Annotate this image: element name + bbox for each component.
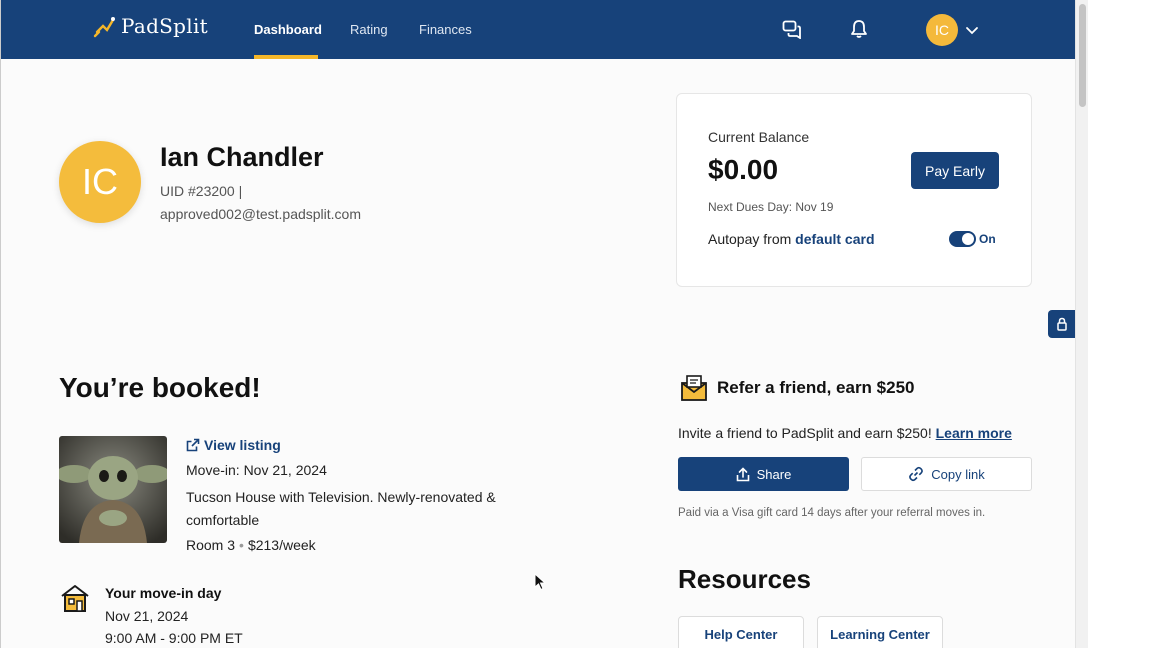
room-number: Room 3: [186, 537, 236, 553]
profile-avatar: IC: [59, 141, 141, 223]
view-listing-label: View listing: [204, 437, 281, 453]
learn-more-link[interactable]: Learn more: [936, 425, 1012, 441]
outside-area: [1088, 0, 1152, 648]
pay-early-button[interactable]: Pay Early: [911, 152, 999, 189]
top-nav: PadSplit Dashboard Rating Finances IC: [1, 0, 1075, 59]
balance-card: Current Balance $0.00 Pay Early Next Due…: [676, 93, 1032, 287]
page-scrollbar[interactable]: [1075, 0, 1088, 648]
app-frame: PadSplit Dashboard Rating Finances IC IC…: [0, 0, 1075, 648]
booked-heading: You’re booked!: [59, 372, 261, 403]
autopay-text: Autopay from default card: [708, 231, 875, 247]
lock-button[interactable]: [1048, 310, 1075, 338]
listing-photo: [59, 436, 167, 543]
copy-link-label: Copy link: [931, 466, 985, 482]
logo-icon: [93, 17, 115, 38]
help-center-button[interactable]: Help Center: [678, 616, 804, 648]
scrollbar-thumb[interactable]: [1079, 4, 1086, 107]
padsplit-logo[interactable]: PadSplit: [93, 14, 208, 38]
view-listing-link[interactable]: View listing: [186, 437, 281, 453]
messages-icon[interactable]: [782, 19, 802, 39]
share-label: Share: [756, 466, 792, 482]
autopay-toggle[interactable]: [949, 231, 976, 247]
house-description: Tucson House with Television. Newly-reno…: [186, 489, 496, 528]
profile-name: Ian Chandler: [160, 142, 324, 172]
profile-uid: UID #23200 |: [160, 183, 243, 199]
nav-link-finances[interactable]: Finances: [419, 22, 472, 37]
toggle-knob: [962, 233, 974, 245]
move-in-date: Move-in: Nov 21, 2024: [186, 462, 327, 478]
move-in-day-time: 9:00 AM - 9:00 PM ET: [105, 630, 243, 646]
balance-amount: $0.00: [708, 154, 779, 185]
referral-note: Paid via a Visa gift card 14 days after …: [678, 507, 986, 519]
separator-dot: •: [239, 537, 244, 553]
link-icon: [909, 466, 924, 482]
resources-heading: Resources: [678, 564, 811, 594]
chevron-down-icon[interactable]: [965, 23, 979, 37]
referral-description-text: Invite a friend to PadSplit and earn $25…: [678, 425, 936, 441]
default-card-link[interactable]: default card: [795, 231, 874, 247]
active-tab-indicator: [254, 55, 318, 59]
nav-link-dashboard[interactable]: Dashboard: [254, 22, 322, 37]
copy-link-button[interactable]: Copy link: [861, 457, 1032, 491]
user-avatar-button[interactable]: IC: [926, 14, 958, 46]
share-button[interactable]: Share: [678, 457, 849, 491]
autopay-prefix: Autopay from: [708, 231, 796, 247]
next-dues-day: Next Dues Day: Nov 19: [708, 200, 834, 214]
learning-center-button[interactable]: Learning Center: [817, 616, 943, 648]
referral-title: Refer a friend, earn $250: [717, 378, 915, 397]
referral-description: Invite a friend to PadSplit and earn $25…: [678, 425, 1012, 441]
house-icon: [61, 585, 89, 612]
room-price: $213/week: [247, 537, 316, 553]
logo-text: PadSplit: [121, 14, 209, 38]
nav-link-rating[interactable]: Rating: [350, 22, 388, 37]
mouse-cursor-icon: [534, 573, 546, 591]
profile-email: approved002@test.padsplit.com: [160, 206, 361, 222]
room-details: Room 3 • $213/week: [186, 537, 316, 553]
lock-icon: [1057, 317, 1067, 331]
share-icon: [736, 466, 749, 481]
external-link-icon: [186, 438, 200, 452]
autopay-toggle-label: On: [979, 232, 996, 246]
move-in-day-date: Nov 21, 2024: [105, 608, 189, 624]
envelope-gift-icon: [681, 375, 707, 401]
balance-label: Current Balance: [708, 129, 810, 145]
move-in-day-title: Your move-in day: [105, 585, 222, 601]
bell-icon[interactable]: [849, 19, 869, 39]
